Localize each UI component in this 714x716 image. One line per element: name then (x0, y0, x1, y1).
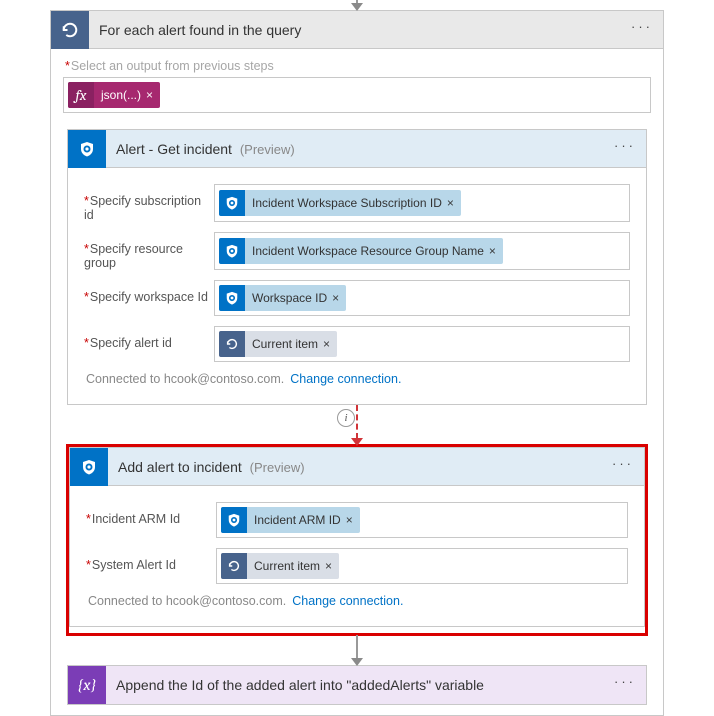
remove-token[interactable]: × (332, 291, 339, 305)
field-arm-id[interactable]: Incident ARM ID× (216, 502, 628, 538)
token-workspace[interactable]: Workspace ID× (219, 285, 346, 311)
remove-token[interactable]: × (323, 337, 330, 351)
loop-icon (51, 11, 89, 49)
change-connection-link[interactable]: Change connection. (292, 594, 403, 608)
sentinel-icon (219, 190, 245, 216)
foreach-menu[interactable]: ··· (631, 11, 653, 43)
token-arm-id[interactable]: Incident ARM ID× (221, 507, 360, 533)
append-variable-menu[interactable]: ··· (614, 666, 636, 698)
sentinel-icon (219, 285, 245, 311)
token-subscription[interactable]: Incident Workspace Subscription ID× (219, 190, 461, 216)
field-system-alert[interactable]: Current item× (216, 548, 628, 584)
preview-tag: (Preview) (240, 142, 295, 157)
sentinel-icon (219, 238, 245, 264)
add-alert-menu[interactable]: ··· (612, 448, 634, 480)
remove-token[interactable]: × (447, 196, 454, 210)
field-resource-group[interactable]: Incident Workspace Resource Group Name× (214, 232, 630, 270)
sentinel-icon (68, 130, 106, 168)
connection-info: Connected to hcook@contoso.com.Change co… (86, 584, 628, 610)
fx-icon: fx (68, 82, 94, 108)
sentinel-icon (221, 507, 247, 533)
get-incident-menu[interactable]: ··· (614, 130, 636, 162)
output-field[interactable]: fx json(...)× (63, 77, 651, 113)
label-arm-id: Incident ARM Id (86, 502, 216, 538)
loop-icon (221, 553, 247, 579)
append-variable-card[interactable]: {x} Append the Id of the added alert int… (67, 665, 647, 705)
json-token[interactable]: fx json(...)× (68, 82, 160, 108)
add-alert-card: Add alert to incident (Preview) ··· Inci… (69, 447, 645, 627)
foreach-card: For each alert found in the query ··· Se… (50, 10, 664, 716)
preview-tag: (Preview) (250, 460, 305, 475)
remove-token[interactable]: × (325, 559, 332, 573)
label-workspace: Specify workspace Id (84, 280, 214, 316)
label-subscription: Specify subscription id (84, 184, 214, 222)
remove-token[interactable]: × (489, 244, 496, 258)
output-label: Select an output from previous steps (63, 55, 651, 77)
append-variable-title: Append the Id of the added alert into "a… (106, 677, 646, 693)
label-alert-id: Specify alert id (84, 326, 214, 362)
foreach-header[interactable]: For each alert found in the query ··· (51, 11, 663, 49)
change-connection-link[interactable]: Change connection. (290, 372, 401, 386)
connection-info: Connected to hcook@contoso.com.Change co… (84, 362, 630, 388)
token-resource-group[interactable]: Incident Workspace Resource Group Name× (219, 238, 503, 264)
remove-token[interactable]: × (346, 513, 353, 527)
get-incident-card: Alert - Get incident (Preview) ··· Speci… (67, 129, 647, 405)
label-system-alert: System Alert Id (86, 548, 216, 584)
add-alert-title: Add alert to incident (118, 459, 242, 475)
field-alert-id[interactable]: Current item× (214, 326, 630, 362)
info-icon[interactable]: i (337, 409, 355, 427)
sentinel-icon (70, 448, 108, 486)
get-incident-header[interactable]: Alert - Get incident (Preview) ··· (68, 130, 646, 168)
foreach-title: For each alert found in the query (89, 22, 663, 38)
append-variable-header[interactable]: {x} Append the Id of the added alert int… (68, 666, 646, 704)
field-subscription[interactable]: Incident Workspace Subscription ID× (214, 184, 630, 222)
field-workspace[interactable]: Workspace ID× (214, 280, 630, 316)
label-resource-group: Specify resource group (84, 232, 214, 270)
get-incident-title: Alert - Get incident (116, 141, 232, 157)
remove-token[interactable]: × (146, 88, 153, 102)
loop-icon (219, 331, 245, 357)
token-current-item[interactable]: Current item× (219, 331, 337, 357)
token-current-item[interactable]: Current item× (221, 553, 339, 579)
variable-icon: {x} (68, 666, 106, 704)
highlighted-step: Add alert to incident (Preview) ··· Inci… (67, 445, 647, 635)
add-alert-header[interactable]: Add alert to incident (Preview) ··· (70, 448, 644, 486)
